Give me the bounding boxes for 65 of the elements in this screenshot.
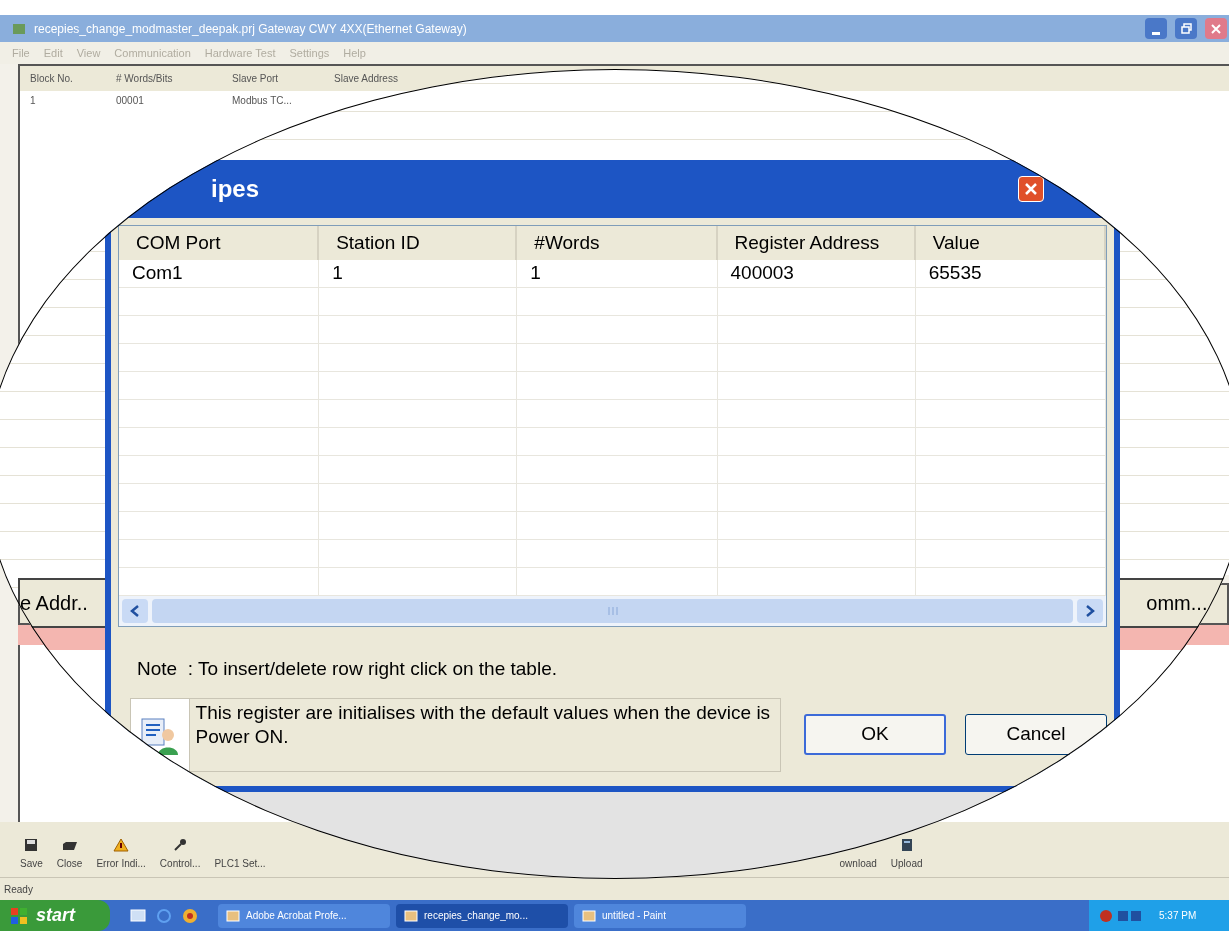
start-button[interactable]: start bbox=[0, 900, 110, 931]
table-cell: 400003 bbox=[717, 260, 916, 287]
dialog-title: ipes bbox=[211, 174, 261, 204]
dialog-button[interactable]: OK bbox=[804, 714, 946, 755]
column-header: #Words bbox=[517, 226, 718, 260]
restore-icon bbox=[1180, 23, 1192, 34]
warning-icon bbox=[113, 838, 130, 852]
restore-button[interactable] bbox=[1175, 18, 1197, 39]
tray-icon[interactable] bbox=[1099, 908, 1113, 923]
table-cell: 65535 bbox=[915, 260, 1106, 287]
grip-icon bbox=[606, 606, 619, 616]
status-text: Ready bbox=[4, 882, 33, 897]
column-header: Slave Address bbox=[333, 72, 399, 86]
window-icon bbox=[226, 908, 240, 923]
scroll-thumb[interactable] bbox=[152, 599, 1073, 623]
windows-logo-icon bbox=[10, 906, 28, 925]
window-title: recepies_change_modmaster_deepak.prj Gateway CWY 4XX(Ethernet Gateway) bbox=[34, 20, 468, 38]
column-header: Block No. bbox=[29, 72, 74, 86]
scroll-left-button[interactable] bbox=[122, 599, 148, 623]
horizontal-scrollbar[interactable] bbox=[119, 596, 1106, 626]
desktop-icon[interactable] bbox=[130, 907, 146, 924]
table-cell: Com1 bbox=[119, 260, 320, 287]
table-cell-text: 00001 bbox=[115, 93, 145, 108]
scroll-right-button[interactable] bbox=[1077, 599, 1103, 623]
column-header: Slave Port bbox=[231, 72, 280, 86]
taskbar-button[interactable]: untitled - Paint bbox=[574, 903, 746, 928]
column-header: omm.... bbox=[1146, 591, 1213, 616]
minimize-icon bbox=[1152, 32, 1160, 35]
toolbar-button[interactable]: Close bbox=[56, 840, 83, 871]
taskbar-button[interactable]: Adobe Acrobat Profe... bbox=[218, 903, 390, 928]
globe-icon[interactable] bbox=[156, 907, 172, 924]
toolbar-button[interactable]: ownload bbox=[839, 856, 877, 871]
table-cell-text: 1 bbox=[29, 93, 37, 108]
toolbar-button[interactable]: Upload bbox=[890, 838, 923, 871]
app-icon bbox=[12, 21, 26, 36]
column-header: Register Address bbox=[717, 226, 916, 260]
toolbar-button[interactable]: Error Indi... bbox=[96, 838, 146, 871]
info-text: This register are initialises with the default values when the device is Power ON. bbox=[195, 700, 772, 749]
toolbar-button[interactable]: Save bbox=[20, 838, 43, 871]
window-icon bbox=[582, 908, 596, 923]
dialog-button[interactable]: Cancel bbox=[965, 714, 1107, 755]
browser-icon[interactable] bbox=[182, 907, 198, 924]
taskbar-button[interactable]: recepies_change_mo... bbox=[396, 903, 568, 928]
toolbar-button[interactable]: Control... bbox=[159, 838, 201, 871]
table-cell: 1 bbox=[517, 260, 718, 287]
key-icon bbox=[173, 838, 188, 852]
column-header: e Addr.. bbox=[20, 591, 88, 616]
table-cell: 1 bbox=[319, 260, 518, 287]
column-header: Station ID bbox=[319, 226, 518, 260]
column-header: # Words/Bits bbox=[115, 72, 174, 86]
toolbar-button[interactable]: PLC1 Set... bbox=[214, 856, 266, 871]
close-button[interactable] bbox=[1205, 18, 1227, 39]
note-text: Note : To insert/delete row right click on the table. bbox=[137, 657, 558, 681]
close-icon bbox=[1025, 183, 1037, 195]
folder-icon bbox=[61, 840, 78, 852]
document-icon bbox=[899, 838, 914, 852]
minimize-button[interactable] bbox=[1145, 18, 1167, 39]
table-cell-text: Modbus TC... bbox=[231, 93, 293, 108]
network-icon[interactable] bbox=[1117, 908, 1143, 923]
close-button[interactable] bbox=[1018, 176, 1044, 202]
column-header: COM Port bbox=[119, 226, 320, 260]
close-icon bbox=[1211, 23, 1221, 34]
window-icon bbox=[404, 908, 418, 923]
column-header: Value bbox=[915, 226, 1106, 260]
clock: 5:37 PM bbox=[1159, 909, 1197, 923]
